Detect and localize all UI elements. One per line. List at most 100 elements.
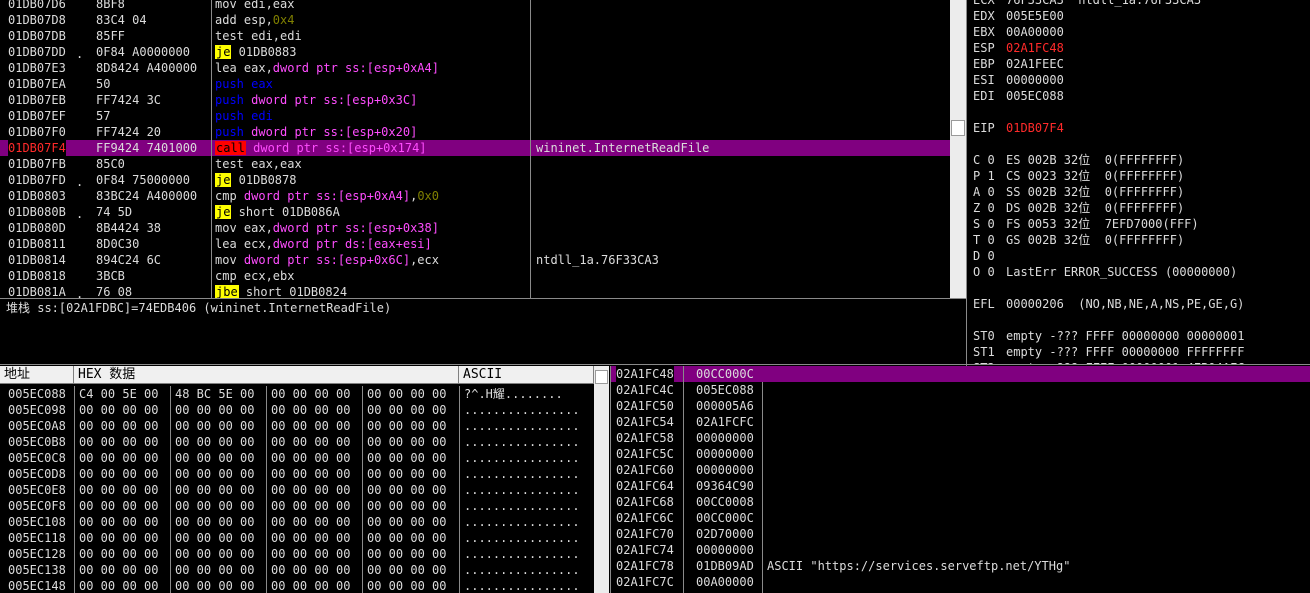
stack-row[interactable]: 02A1FC74 00000000 xyxy=(611,542,1310,558)
register-row[interactable]: P 1 CS 0023 32位 0(FFFFFFFF) xyxy=(967,168,1310,184)
dump-row[interactable]: 005EC138 00 00 00 00 00 00 00 00 00 00 00 0… xyxy=(0,562,594,578)
stack-row[interactable]: 02A1FC70 02D70000 xyxy=(611,526,1310,542)
dump-address: 005EC0E8 xyxy=(8,483,66,497)
dump-row[interactable]: 005EC128 00 00 00 00 00 00 00 00 00 00 00 0… xyxy=(0,546,594,562)
register-row[interactable]: ST1 empty -??? FFFF 00000000 FFFFFFFF xyxy=(967,344,1310,360)
stack-row[interactable]: 02A1FC78 01DB09AD ASCII "https://services.… xyxy=(611,558,1310,574)
dump-row[interactable]: 005EC0A8 00 00 00 00 00 00 00 00 00 00 00 0… xyxy=(0,418,594,434)
disasm-address: 01DB0803 xyxy=(8,189,66,203)
disasm-bytes: 0F84 75000000 xyxy=(96,173,190,187)
register-row[interactable]: EBX 00A00000 xyxy=(967,24,1310,40)
dump-row[interactable]: 005EC098 00 00 00 00 00 00 00 00 00 00 00 0… xyxy=(0,402,594,418)
disasm-row[interactable]: 01DB0814 894C24 6C mov dword ptr ss:[esp+0… xyxy=(0,252,950,268)
disasm-row[interactable]: 01DB080B. 74 5D je short 01DB086A xyxy=(0,204,950,221)
disasm-scroll-thumb[interactable] xyxy=(951,120,965,136)
dump-header-address[interactable]: 地址 xyxy=(0,366,74,384)
register-row[interactable]: ESI 00000000 xyxy=(967,72,1310,88)
register-name: EBX xyxy=(973,25,995,39)
stack-row[interactable]: 02A1FC7C 00A00000 xyxy=(611,574,1310,590)
dump-row[interactable]: 005EC0F8 00 00 00 00 00 00 00 00 00 00 00 0… xyxy=(0,498,594,514)
dump-header-hex[interactable]: HEX 数据 xyxy=(74,366,459,384)
stack-row[interactable]: 02A1FC5C 00000000 xyxy=(611,446,1310,462)
stack-row[interactable]: 02A1FC48 00CC000C xyxy=(611,366,1310,382)
dump-row[interactable]: 005EC0D8 00 00 00 00 00 00 00 00 00 00 00 0… xyxy=(0,466,594,482)
register-row[interactable] xyxy=(967,280,1310,296)
disasm-scrollbar[interactable] xyxy=(950,0,966,298)
register-value[interactable]: 00000000 xyxy=(1006,72,1064,88)
register-row[interactable] xyxy=(967,136,1310,152)
dump-header-ascii[interactable]: ASCII xyxy=(459,366,594,384)
instruction-token: dword ptr ds:[eax+esi] xyxy=(272,237,432,251)
register-row[interactable]: A 0 SS 002B 32位 0(FFFFFFFF) xyxy=(967,184,1310,200)
register-row[interactable]: EDX 005E5E00 xyxy=(967,8,1310,24)
disasm-row[interactable]: 01DB0811 8D0C30 lea ecx,dword ptr ds:[eax+… xyxy=(0,236,950,252)
disasm-row[interactable]: 01DB07E3 8D8424 A400000 lea eax,dword ptr … xyxy=(0,60,950,76)
stack-pane[interactable]: 02A1FC48 00CC000C 02A1FC4C 005EC088 02A1FC50… xyxy=(611,366,1310,593)
disasm-row[interactable]: 01DB07EA 50 push eax xyxy=(0,76,950,92)
instruction-token: call xyxy=(215,141,246,155)
dump-row[interactable]: 005EC0E8 00 00 00 00 00 00 00 00 00 00 00 0… xyxy=(0,482,594,498)
disasm-row[interactable]: 01DB07EF 57 push edi xyxy=(0,108,950,124)
stack-row[interactable]: 02A1FC64 09364C90 xyxy=(611,478,1310,494)
disassembly-pane[interactable]: 01DB07D6 8BF8 mov edi,eax 01DB07D8 83C4 04 ad… xyxy=(0,0,952,298)
disasm-row[interactable]: 01DB07EB FF7424 3C push dword ptr ss:[esp+… xyxy=(0,92,950,108)
dump-row[interactable]: 005EC148 00 00 00 00 00 00 00 00 00 00 00 0… xyxy=(0,578,594,593)
register-row[interactable]: O 0 LastErr ERROR_SUCCESS (00000000) xyxy=(967,264,1310,280)
dump-pane[interactable]: 地址 HEX 数据 ASCII 005EC088 C4 00 5E 00 48 BC… xyxy=(0,366,594,593)
disasm-row[interactable]: 01DB07DB 85FF test edi,edi xyxy=(0,28,950,44)
registers-pane[interactable]: ECX 76F33CA3 ntdll_1a.76F33CA3 EDX 005E5E00… xyxy=(967,0,1310,364)
register-row[interactable]: Z 0 DS 002B 32位 0(FFFFFFFF) xyxy=(967,200,1310,216)
stack-row[interactable]: 02A1FC4C 005EC088 xyxy=(611,382,1310,398)
register-row[interactable]: ECX 76F33CA3 ntdll_1a.76F33CA3 xyxy=(967,0,1310,8)
register-value[interactable]: 02A1FC48 xyxy=(1006,40,1064,56)
dump-row[interactable]: 005EC088 C4 00 5E 00 48 BC 5E 00 00 00 00 0… xyxy=(0,386,594,402)
stack-value: 00000000 xyxy=(696,543,754,557)
register-value[interactable]: 005EC088 xyxy=(1006,88,1064,104)
register-row[interactable]: D 0 xyxy=(967,248,1310,264)
disasm-row[interactable]: 01DB07F0 FF7424 20 push dword ptr ss:[esp+… xyxy=(0,124,950,140)
register-row[interactable]: EFL 00000206 (NO,NB,NE,A,NS,PE,GE,G) xyxy=(967,296,1310,312)
disasm-row[interactable]: 01DB0803 83BC24 A400000 cmp dword ptr ss:[… xyxy=(0,188,950,204)
disasm-row[interactable]: 01DB07FD. 0F84 75000000 je 01DB0878 xyxy=(0,172,950,189)
register-row[interactable]: C 0 ES 002B 32位 0(FFFFFFFF) xyxy=(967,152,1310,168)
register-row[interactable]: T 0 GS 002B 32位 0(FFFFFFFF) xyxy=(967,232,1310,248)
register-value[interactable]: 01DB07F4 xyxy=(1006,120,1064,136)
register-row[interactable]: ST0 empty -??? FFFF 00000000 00000001 xyxy=(967,328,1310,344)
disasm-row[interactable]: 01DB081A. 76 08 jbe short 01DB0824 xyxy=(0,284,950,298)
disasm-row[interactable]: 01DB07F4 FF9424 7401000 call dword ptr ss:… xyxy=(0,140,950,156)
register-row[interactable]: EIP 01DB07F4 xyxy=(967,120,1310,136)
dump-row[interactable]: 005EC118 00 00 00 00 00 00 00 00 00 00 00 0… xyxy=(0,530,594,546)
register-value[interactable]: 00A00000 xyxy=(1006,24,1064,40)
dump-ascii: ................ xyxy=(464,403,580,417)
stack-row[interactable]: 02A1FC6C 00CC000C xyxy=(611,510,1310,526)
dump-scroll-thumb[interactable] xyxy=(595,370,608,384)
stack-row[interactable]: 02A1FC50 000005A6 xyxy=(611,398,1310,414)
dump-scrollbar[interactable] xyxy=(594,366,609,593)
stack-row[interactable]: 02A1FC54 02A1FCFC xyxy=(611,414,1310,430)
register-value[interactable]: 00000206 xyxy=(1006,296,1064,312)
register-row[interactable]: EDI 005EC088 xyxy=(967,88,1310,104)
register-row[interactable]: EBP 02A1FEEC xyxy=(967,56,1310,72)
register-value[interactable]: 005E5E00 xyxy=(1006,8,1064,24)
stack-row[interactable]: 02A1FC60 00000000 xyxy=(611,462,1310,478)
disasm-row[interactable]: 01DB07D6 8BF8 mov edi,eax xyxy=(0,0,950,12)
disasm-row[interactable]: 01DB07D8 83C4 04 add esp,0x4 xyxy=(0,12,950,28)
register-value[interactable]: 76F33CA3 xyxy=(1006,0,1064,8)
disasm-row[interactable]: 01DB07FB 85C0 test eax,eax xyxy=(0,156,950,172)
instruction-token: jbe xyxy=(215,285,239,298)
register-value[interactable]: 02A1FEEC xyxy=(1006,56,1064,72)
register-row[interactable]: S 0 FS 0053 32位 7EFD7000(FFF) xyxy=(967,216,1310,232)
register-row[interactable] xyxy=(967,312,1310,328)
stack-row[interactable]: 02A1FC58 00000000 xyxy=(611,430,1310,446)
disasm-address: 01DB080B xyxy=(8,205,66,219)
dump-row[interactable]: 005EC108 00 00 00 00 00 00 00 00 00 00 00 0… xyxy=(0,514,594,530)
disasm-row[interactable]: 01DB080D 8B4424 38 mov eax,dword ptr ss:[e… xyxy=(0,220,950,236)
dump-row[interactable]: 005EC0B8 00 00 00 00 00 00 00 00 00 00 00 0… xyxy=(0,434,594,450)
disasm-row[interactable]: 01DB07DD. 0F84 A0000000 je 01DB0883 xyxy=(0,44,950,61)
dump-hex-group: 00 00 00 00 xyxy=(175,563,255,577)
dump-row[interactable]: 005EC0C8 00 00 00 00 00 00 00 00 00 00 00 0… xyxy=(0,450,594,466)
stack-row[interactable]: 02A1FC68 00CC0008 xyxy=(611,494,1310,510)
disasm-row[interactable]: 01DB0818 3BCB cmp ecx,ebx xyxy=(0,268,950,284)
register-row[interactable]: ESP 02A1FC48 xyxy=(967,40,1310,56)
register-row[interactable] xyxy=(967,104,1310,120)
